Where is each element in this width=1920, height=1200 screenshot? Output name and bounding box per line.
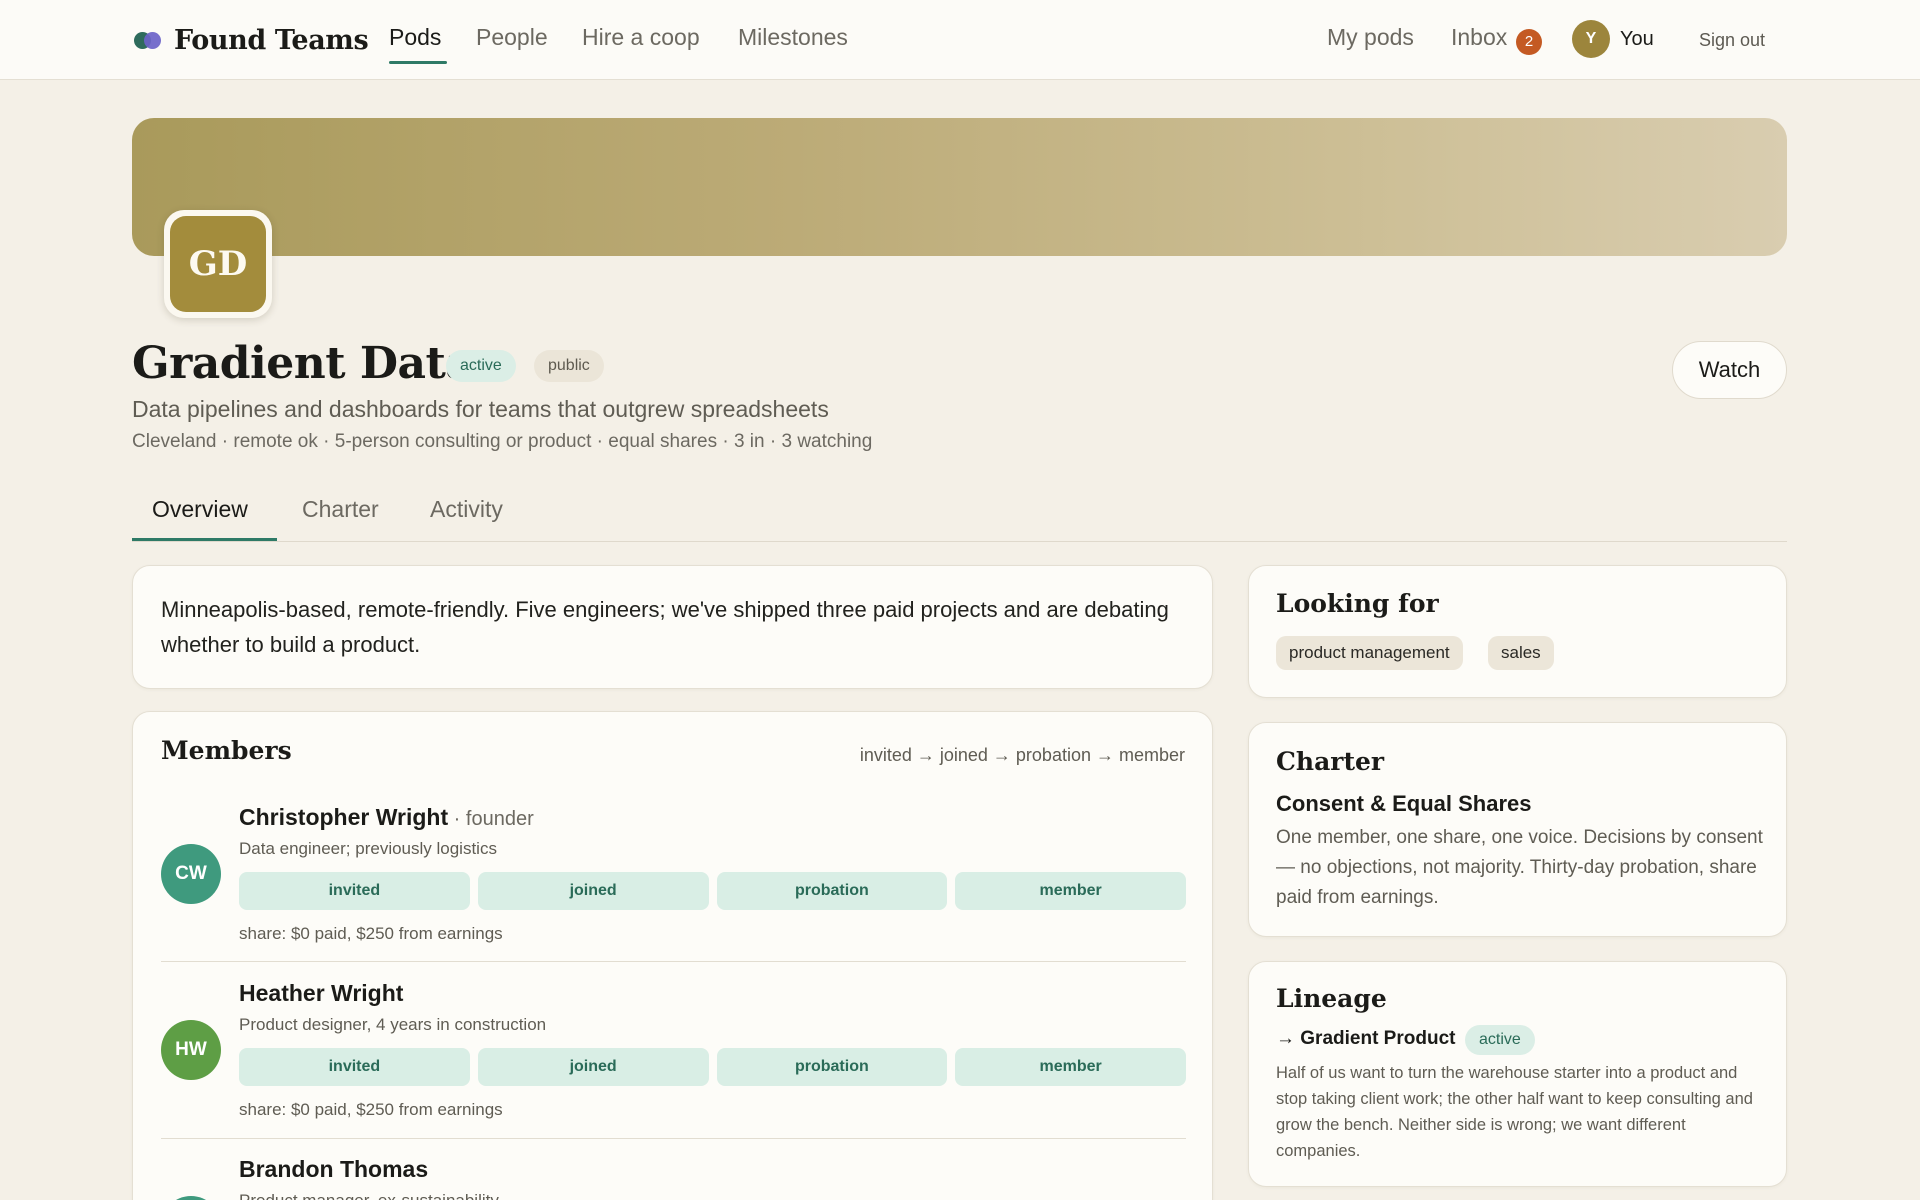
tab-overview[interactable]: Overview xyxy=(152,496,248,523)
members-stage-legend: invited → joined → probation → member xyxy=(859,745,1185,765)
charter-title: Charter xyxy=(1276,747,1385,776)
stage-joined: joined xyxy=(477,1048,709,1086)
charter-name[interactable]: Consent & Equal Shares xyxy=(1276,791,1532,817)
tab-active-indicator xyxy=(132,538,277,541)
brand-logo[interactable]: Found Teams xyxy=(132,22,369,58)
inbox-count-badge: 2 xyxy=(1516,29,1542,55)
pod-meta: Cleveland · remote ok · 5-person consult… xyxy=(132,431,873,452)
stage-joined: joined xyxy=(477,872,709,910)
brand-mark-icon xyxy=(132,30,164,50)
pod-initials: GD xyxy=(170,216,266,312)
tabs-divider xyxy=(132,541,1787,542)
lineage-card: Lineage → Gradient Product active Half o… xyxy=(1248,961,1787,1187)
member-description: Product manager, ex-sustainability xyxy=(239,1191,499,1200)
stage-probation: probation xyxy=(716,1048,948,1086)
charter-description: One member, one share, one voice. Decisi… xyxy=(1276,827,1763,908)
charter-card: Charter Consent & Equal Shares One membe… xyxy=(1248,722,1787,937)
page-title: Gradient Data xyxy=(132,338,474,389)
stage-member: member xyxy=(955,1048,1186,1086)
member-stage-track: invited joined probation member xyxy=(239,1048,1186,1086)
nav-pods[interactable]: Pods xyxy=(389,24,441,51)
tab-charter[interactable]: Charter xyxy=(302,496,379,523)
member-name-line[interactable]: Christopher Wright · founder xyxy=(239,804,534,831)
member-name[interactable]: Heather Wright xyxy=(239,980,403,1006)
member-description: Data engineer; previously logistics xyxy=(239,839,497,858)
avatar: CW xyxy=(161,844,221,904)
tab-activity[interactable]: Activity xyxy=(430,496,503,523)
nav-people[interactable]: People xyxy=(476,24,548,51)
stage-invited: invited xyxy=(239,872,470,910)
members-title: Members xyxy=(161,736,292,765)
member-share: share: $0 paid, $250 from earnings xyxy=(239,924,503,943)
stage-probation: probation xyxy=(716,872,948,910)
member-role: · founder xyxy=(448,808,534,830)
nav-inbox[interactable]: Inbox xyxy=(1451,24,1507,51)
pod-banner xyxy=(132,118,1787,256)
members-card: Members invited → joined → probation → m… xyxy=(132,711,1213,1200)
about-card: Minneapolis-based, remote-friendly. Five… xyxy=(132,565,1213,689)
member-divider xyxy=(161,1138,1186,1139)
watch-button[interactable]: Watch xyxy=(1672,341,1787,399)
sign-out-link[interactable]: Sign out xyxy=(1699,30,1765,51)
lineage-status-badge: active xyxy=(1465,1025,1535,1055)
member-row[interactable]: HW Heather Wright Product designer, 4 ye… xyxy=(161,970,1186,1146)
skill-tag[interactable]: product management xyxy=(1276,636,1463,670)
pod-tagline: Data pipelines and dashboards for teams … xyxy=(132,396,829,422)
member-name-line[interactable]: Brandon Thomas xyxy=(239,1156,428,1183)
member-share: share: $0 paid, $250 from earnings xyxy=(239,1100,503,1119)
stage-member: member xyxy=(955,872,1186,910)
visibility-badge: public xyxy=(534,350,604,382)
nav-active-indicator xyxy=(389,61,447,64)
member-row[interactable]: CW Christopher Wright · founder Data eng… xyxy=(161,794,1186,970)
member-stage-track: invited joined probation member xyxy=(239,872,1186,910)
member-name[interactable]: Brandon Thomas xyxy=(239,1156,428,1182)
member-row[interactable]: BT Brandon Thomas Product manager, ex-su… xyxy=(161,1146,1186,1200)
looking-for-card: Looking for product management sales xyxy=(1248,565,1787,698)
nav-my-pods[interactable]: My pods xyxy=(1327,24,1414,51)
lineage-title: Lineage xyxy=(1276,984,1387,1013)
skill-tag[interactable]: sales xyxy=(1488,636,1554,670)
member-divider xyxy=(161,961,1186,962)
nav-milestones[interactable]: Milestones xyxy=(738,24,848,51)
pod-avatar: GD xyxy=(164,210,272,318)
brand-name: Found Teams xyxy=(174,24,369,56)
member-name-line[interactable]: Heather Wright xyxy=(239,980,403,1007)
lineage-description: Half of us want to turn the warehouse st… xyxy=(1276,1064,1753,1160)
user-name[interactable]: You xyxy=(1620,28,1654,51)
member-description: Product designer, 4 years in constructio… xyxy=(239,1015,547,1034)
avatar: BT xyxy=(161,1196,221,1200)
member-name[interactable]: Christopher Wright xyxy=(239,804,448,830)
status-badge: active xyxy=(446,350,516,382)
top-nav: Found Teams Pods People Hire a coop Mile… xyxy=(0,0,1920,80)
avatar: HW xyxy=(161,1020,221,1080)
nav-hire-a-coop[interactable]: Hire a coop xyxy=(582,24,700,51)
user-avatar[interactable]: Y xyxy=(1572,20,1610,58)
stage-invited: invited xyxy=(239,1048,470,1086)
looking-for-title: Looking for xyxy=(1276,589,1439,618)
lineage-pod-link[interactable]: → Gradient Product xyxy=(1276,1028,1455,1050)
about-text: Minneapolis-based, remote-friendly. Five… xyxy=(161,597,1169,657)
